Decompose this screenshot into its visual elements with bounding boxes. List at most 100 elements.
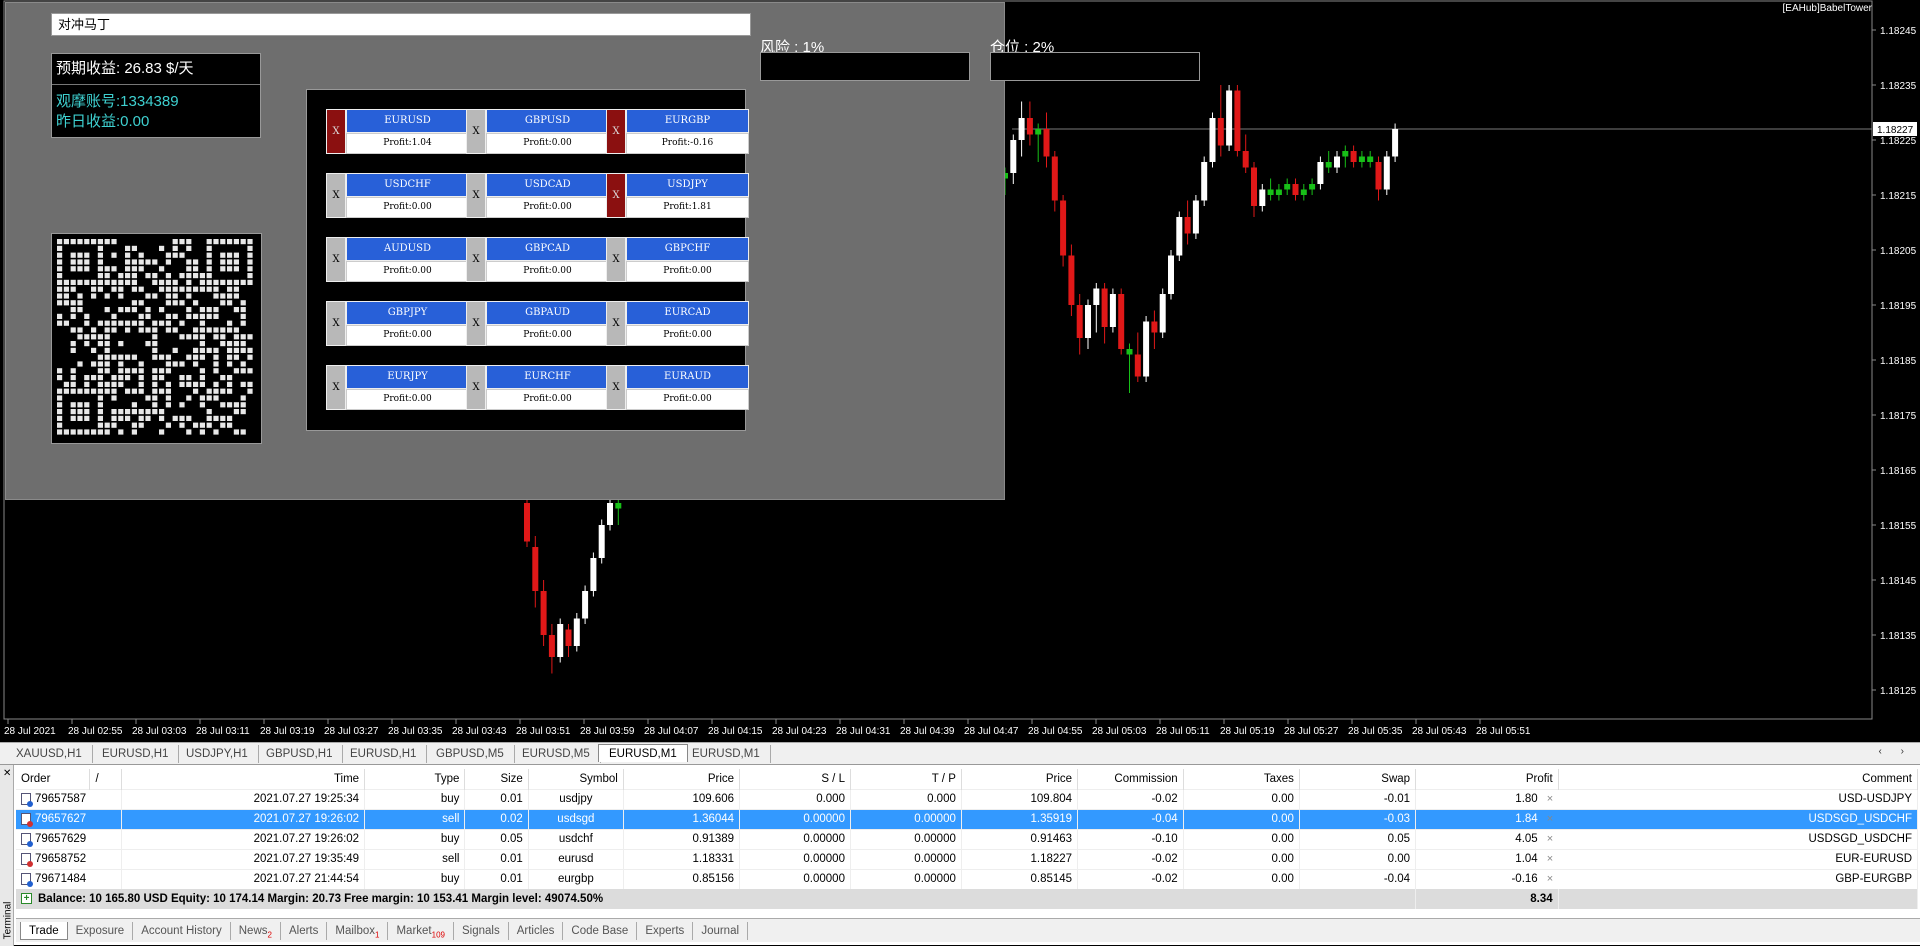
close-order-icon[interactable]: × — [1544, 853, 1553, 865]
qr-module — [97, 402, 103, 408]
column-header[interactable]: Comment — [1558, 769, 1919, 789]
close-order-icon[interactable]: × — [1544, 813, 1553, 825]
trade-row[interactable]: 79657587 2021.07.27 19:25:34 buy 0.01 usdjpy… — [16, 789, 1919, 809]
pair-name-button[interactable]: EURGBP — [626, 109, 749, 133]
terminal-tab-experts[interactable]: Experts — [637, 922, 694, 940]
chart-tab[interactable]: EURUSD,M5 — [512, 745, 601, 763]
column-header[interactable]: / — [89, 769, 123, 789]
pair-name-button[interactable]: EURJPY — [346, 365, 469, 389]
close-pair-button[interactable]: X — [466, 237, 486, 282]
pair-name-button[interactable]: GBPAUD — [486, 301, 609, 325]
trade-row[interactable]: 79657629 2021.07.27 19:26:02 buy 0.05 usdchf… — [16, 829, 1919, 849]
close-pair-button[interactable]: X — [466, 365, 486, 410]
chart-tab[interactable]: EURUSD,H1 — [340, 745, 428, 763]
column-header[interactable]: Order — [16, 769, 91, 789]
pair-name-button[interactable]: EURCAD — [626, 301, 749, 325]
qr-module — [70, 327, 76, 333]
pair-name-button[interactable]: GBPUSD — [486, 109, 609, 133]
close-pair-button[interactable]: X — [606, 365, 626, 410]
close-pair-button[interactable]: X — [606, 301, 626, 346]
close-pair-button[interactable]: X — [606, 237, 626, 282]
column-header[interactable]: Time — [121, 769, 366, 789]
chart-tab[interactable]: USDJPY,H1 — [176, 745, 259, 763]
terminal-tab-code-base[interactable]: Code Base — [563, 922, 638, 940]
pair-name-button[interactable]: GBPCHF — [626, 237, 749, 261]
column-header[interactable]: Symbol — [528, 769, 624, 789]
time-tick-label: 28 Jul 03:51 — [516, 726, 571, 737]
pair-name-button[interactable]: USDJPY — [626, 173, 749, 197]
terminal-tab-market[interactable]: Market109 — [388, 922, 454, 940]
terminal-tab-account-history[interactable]: Account History — [133, 922, 231, 940]
trade-row[interactable]: 79657627 2021.07.27 19:26:02 sell 0.02 usdsg… — [16, 809, 1919, 829]
tab-scroll-arrows-icon[interactable]: ‹ › — [1879, 746, 1912, 757]
close-order-icon[interactable]: × — [1544, 793, 1553, 805]
close-pair-button[interactable]: X — [326, 109, 346, 154]
column-header[interactable]: T / P — [850, 769, 962, 789]
chart-tab[interactable]: EURUSD,M1 — [598, 744, 688, 762]
pair-name-button[interactable]: USDCAD — [486, 173, 609, 197]
qr-module — [206, 239, 212, 245]
close-pair-button[interactable]: X — [606, 173, 626, 218]
qr-module — [152, 381, 158, 387]
pair-name-button[interactable]: AUDUSD — [346, 237, 469, 261]
close-order-icon[interactable]: × — [1544, 873, 1553, 885]
pair-name-button[interactable]: GBPCAD — [486, 237, 609, 261]
pair-name-button[interactable]: EURAUD — [626, 365, 749, 389]
chart-tab[interactable]: EURUSD,M1 — [682, 745, 771, 763]
chart-tab[interactable]: XAUUSD,H1 — [6, 745, 93, 763]
pair-name-button[interactable]: EURUSD — [346, 109, 469, 133]
qr-module — [152, 279, 158, 285]
qr-module — [97, 381, 103, 387]
column-header[interactable]: Swap — [1299, 769, 1417, 789]
column-header[interactable]: Price — [961, 769, 1079, 789]
terminal-tab-journal[interactable]: Journal — [693, 922, 749, 940]
risk-input[interactable] — [760, 52, 970, 81]
pair-name-button[interactable]: EURCHF — [486, 365, 609, 389]
close-order-icon[interactable]: × — [1544, 833, 1553, 845]
qr-module — [63, 320, 69, 326]
cell-taxes: 0.00 — [1183, 789, 1300, 809]
close-pair-button[interactable]: X — [326, 365, 346, 410]
close-pair-button[interactable]: X — [326, 237, 346, 282]
column-header[interactable]: Taxes — [1183, 769, 1300, 789]
close-pair-button[interactable]: X — [606, 109, 626, 154]
candle — [1134, 332, 1141, 382]
trade-row[interactable]: 79658752 2021.07.27 19:35:49 sell 0.01 eurus… — [16, 849, 1919, 869]
close-pair-button[interactable]: X — [326, 301, 346, 346]
terminal-tab-articles[interactable]: Articles — [509, 922, 564, 940]
qr-module — [131, 307, 137, 313]
trade-row[interactable]: 79671484 2021.07.27 21:44:54 buy 0.01 eurgbp… — [16, 869, 1919, 889]
chart-tab[interactable]: EURUSD,H1 — [92, 745, 180, 763]
close-icon[interactable]: ✕ — [3, 768, 11, 779]
column-header[interactable]: Size — [464, 769, 529, 789]
terminal-tab-signals[interactable]: Signals — [454, 922, 509, 940]
column-header[interactable]: Price — [623, 769, 741, 789]
terminal-tabs: Trade Exposure Account History News2 Alerts M… — [16, 918, 1920, 942]
terminal-tab-exposure[interactable]: Exposure — [68, 922, 134, 940]
close-pair-button[interactable]: X — [326, 173, 346, 218]
chart-tab[interactable]: GBPUSD,M5 — [426, 745, 515, 763]
column-header[interactable]: S / L — [739, 769, 851, 789]
close-pair-button[interactable]: X — [466, 173, 486, 218]
pair-name-button[interactable]: USDCHF — [346, 173, 469, 197]
panel-title-input[interactable]: 对冲马丁 — [51, 13, 751, 36]
qr-module — [233, 252, 239, 258]
pair-name-button[interactable]: GBPJPY — [346, 301, 469, 325]
terminal-tab-news[interactable]: News2 — [231, 922, 281, 940]
column-header[interactable]: Profit — [1415, 769, 1559, 789]
expand-icon[interactable]: + — [21, 893, 32, 905]
chart-tab[interactable]: GBPUSD,H1 — [256, 745, 344, 763]
qr-module — [57, 320, 63, 326]
position-input[interactable] — [990, 52, 1200, 81]
qr-module — [227, 293, 233, 299]
qr-module — [227, 252, 233, 258]
close-pair-button[interactable]: X — [466, 109, 486, 154]
column-header[interactable]: Type — [364, 769, 466, 789]
terminal-tab-mailbox[interactable]: Mailbox1 — [327, 922, 389, 940]
terminal-tab-trade[interactable]: Trade — [20, 922, 68, 940]
qr-module — [111, 409, 117, 415]
qr-module — [240, 239, 246, 245]
terminal-tab-alerts[interactable]: Alerts — [281, 922, 328, 940]
close-pair-button[interactable]: X — [466, 301, 486, 346]
column-header[interactable]: Commission — [1077, 769, 1184, 789]
